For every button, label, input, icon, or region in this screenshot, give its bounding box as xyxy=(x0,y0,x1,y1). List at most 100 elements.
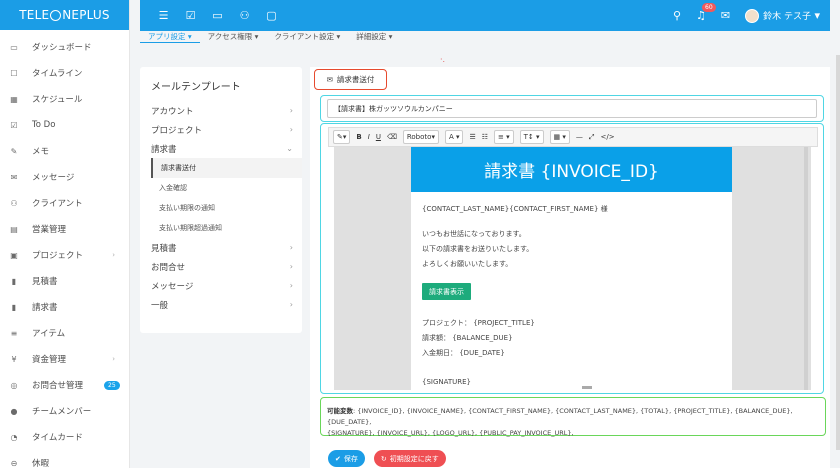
sidebar-item-label: チームメンバー xyxy=(32,407,92,417)
sidebar-item[interactable]: ✎ メモ xyxy=(0,138,129,164)
code-view-icon[interactable]: </> xyxy=(601,133,615,141)
project-line: プロジェクト： {PROJECT_TITLE} xyxy=(422,319,535,327)
hr-icon[interactable]: — xyxy=(576,133,583,141)
tab-client-settings[interactable]: クライアント設定 ▾ xyxy=(266,31,348,43)
body-line-3: よろしくお願いいたします。 xyxy=(422,260,513,268)
subject-input[interactable]: 【請求書】株ガッツソウルカンパニー xyxy=(327,99,817,118)
invoice-icon: ▮ xyxy=(11,302,17,312)
signature-line: {SIGNATURE} xyxy=(422,378,472,386)
list-icon: ≡ xyxy=(10,328,18,338)
sidebar-item[interactable]: ▣ プロジェクト › xyxy=(0,242,129,268)
sidebar-item[interactable]: ◔ タイムカード xyxy=(0,424,129,450)
invoice-banner: 請求書 {INVOICE_ID} xyxy=(411,147,732,192)
settings-tabs: アプリ設定 ▾ アクセス権限 ▾ クライアント設定 ▾ 詳細設定 ▾ xyxy=(140,31,830,43)
unordered-list-icon[interactable]: ☰ xyxy=(469,133,475,141)
editor-scrollbar[interactable] xyxy=(804,147,808,390)
font-size-select[interactable]: T↕ ▾ xyxy=(519,130,544,144)
tab-advanced-settings[interactable]: 詳細設定 ▾ xyxy=(348,31,400,43)
user-name: 鈴木 テス子 xyxy=(763,11,811,22)
template-tab[interactable]: ✉ 請求書送付 xyxy=(314,69,387,90)
email-document: 請求書 {INVOICE_ID} {CONTACT_LAST_NAME}{CON… xyxy=(411,147,732,390)
sidebar-item[interactable]: ≡ アイテム xyxy=(0,320,129,346)
sidebar-item-label: メッセージ xyxy=(32,173,75,183)
sidebar-item-label: お問合せ管理 xyxy=(32,381,84,391)
tab-app-settings[interactable]: アプリ設定 ▾ xyxy=(140,31,200,43)
submenu-overdue-notice[interactable]: 支払い期限超過通知 xyxy=(151,218,302,238)
sidebar-item[interactable]: ▭ ダッシュボード xyxy=(0,34,129,60)
menu-invoice[interactable]: 請求書 ⌄ xyxy=(140,139,302,158)
sidebar-item[interactable]: ▤ 営業管理 xyxy=(0,216,129,242)
sidebar-item-label: スケジュール xyxy=(32,95,83,105)
underline-button[interactable]: U xyxy=(376,133,381,141)
menu-general[interactable]: 一般 › xyxy=(140,295,302,314)
sidebar-item[interactable]: ▮ 見積書 xyxy=(0,268,129,294)
sidebar-item[interactable]: ☑ To Do xyxy=(0,112,129,138)
menu-message[interactable]: メッセージ › xyxy=(140,276,302,295)
sidebar-item-label: To Do xyxy=(32,120,56,130)
sidebar-item[interactable]: ● チームメンバー xyxy=(0,398,129,424)
bold-button[interactable]: B xyxy=(356,133,361,141)
yen-icon: ¥ xyxy=(11,354,17,364)
logo-circle-icon xyxy=(50,9,62,21)
greeting: {CONTACT_LAST_NAME}{CONTACT_FIRST_NAME} … xyxy=(422,205,608,213)
page-scrollbar[interactable] xyxy=(836,55,840,450)
body-line-1: いつもお世話になっております。 xyxy=(422,230,526,238)
sidebar-item[interactable]: ¥ 資金管理 › xyxy=(0,346,129,372)
align-select[interactable]: ≡ ▾ xyxy=(494,130,514,144)
bell-icon[interactable]: ♫ 60 xyxy=(696,3,716,22)
sidebar-item[interactable]: ☐ タイムライン xyxy=(0,60,129,86)
menu-icon[interactable]: ☰ xyxy=(150,9,177,22)
menu-account[interactable]: アカウント › xyxy=(140,101,302,120)
chevron-right-icon: › xyxy=(289,125,293,134)
reset-button[interactable]: ↻ 初期設定に戻す xyxy=(373,450,446,467)
briefcase-icon[interactable]: ▭ xyxy=(204,9,231,22)
sidebar-item[interactable]: ▮ 請求書 xyxy=(0,294,129,320)
panel-title: メールテンプレート xyxy=(151,82,241,93)
sidebar-item[interactable]: ⊖ 休暇 xyxy=(0,450,129,468)
table-icon[interactable]: ▦ ▾ xyxy=(549,130,570,144)
sidebar-item[interactable]: ⚇ クライアント xyxy=(0,190,129,216)
team-icon[interactable]: ⚇ xyxy=(231,9,258,22)
avatar xyxy=(745,8,760,23)
envelope-icon: ✉ xyxy=(10,172,18,182)
resize-handle[interactable] xyxy=(582,386,592,389)
chevron-right-icon: › xyxy=(112,355,115,363)
variables-line-2: {SIGNATURE}, {INVOICE_URL}, {LOGO_URL}, … xyxy=(327,429,574,437)
variables-label: 可能変数 xyxy=(327,407,353,415)
variables-line-1: : {INVOICE_ID}, {INVOICE_NAME}, {CONTACT… xyxy=(327,407,793,426)
submenu-due-notice[interactable]: 支払い期限の通知 xyxy=(151,198,302,218)
count-badge: 25 xyxy=(104,380,120,390)
menu-inquiry[interactable]: お問合せ › xyxy=(140,257,302,276)
sidebar-item-label: メモ xyxy=(32,147,50,157)
eraser-icon[interactable]: ⌫ xyxy=(387,133,397,141)
menu-project[interactable]: プロジェクト › xyxy=(140,120,302,139)
mail-icon[interactable]: ✉ xyxy=(721,9,730,22)
tab-access-rights[interactable]: アクセス権限 ▾ xyxy=(200,31,267,43)
magic-icon[interactable]: ✎▾ xyxy=(333,130,351,144)
sidebar-item[interactable]: ◎ お問合せ管理 25 xyxy=(0,372,129,398)
editor-canvas[interactable]: 請求書 {INVOICE_ID} {CONTACT_LAST_NAME}{CON… xyxy=(334,147,811,390)
submenu-payment-confirm[interactable]: 入金確認 xyxy=(151,178,302,198)
envelope-icon: ✉ xyxy=(326,75,333,84)
notification-badge: 60 xyxy=(702,3,716,12)
chevron-right-icon: › xyxy=(289,281,293,290)
checkbox-icon[interactable]: ☑ xyxy=(177,9,204,22)
user-menu[interactable]: 鈴木 テス子 ▾ xyxy=(745,8,820,23)
sidebar-item[interactable]: ✉ メッセージ xyxy=(0,164,129,190)
sidebar-item[interactable]: ▦ スケジュール xyxy=(0,86,129,112)
menu-estimate[interactable]: 見積書 › xyxy=(140,238,302,257)
fullscreen-icon[interactable]: ⤢ xyxy=(589,133,595,142)
show-invoice-button[interactable]: 請求書表示 xyxy=(422,283,471,300)
color-picker[interactable]: A ▾ xyxy=(444,130,464,144)
app-logo[interactable]: TELE NEPLUS xyxy=(0,0,129,30)
search-icon[interactable]: ⚲ xyxy=(673,9,681,22)
ordered-list-icon[interactable]: ☷ xyxy=(482,133,488,141)
memo-icon: ✎ xyxy=(10,146,18,156)
submenu-invoice-send[interactable]: 請求書送付 xyxy=(151,158,302,178)
italic-button[interactable]: I xyxy=(368,133,370,141)
sidebar-item-label: プロジェクト xyxy=(32,251,84,261)
chevron-right-icon: › xyxy=(289,243,293,252)
monitor-icon[interactable]: ▢ xyxy=(258,9,285,22)
font-family-select[interactable]: Roboto ▾ xyxy=(402,130,439,144)
save-button[interactable]: ✔ 保存 xyxy=(328,450,365,467)
